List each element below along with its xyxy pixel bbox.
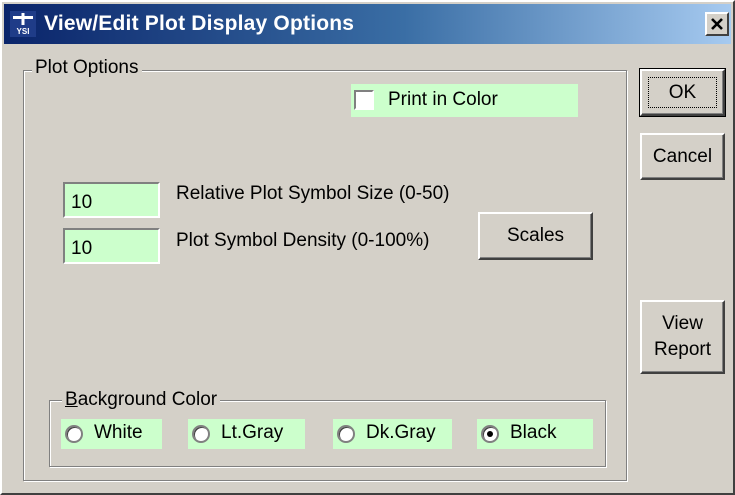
print-in-color-box[interactable] <box>354 90 374 110</box>
symbol-size-label: Relative Plot Symbol Size (0-50) <box>176 183 450 204</box>
ok-button[interactable]: OK <box>639 68 726 117</box>
scales-button-label: Scales <box>506 225 565 246</box>
cancel-button[interactable]: Cancel <box>640 133 725 180</box>
view-report-label-line2: Report <box>653 339 712 360</box>
radio-label: White <box>94 422 143 443</box>
cancel-button-label: Cancel <box>652 146 713 167</box>
svg-text:YSI: YSI <box>17 27 30 36</box>
symbol-density-label: Plot Symbol Density (0-100%) <box>176 230 430 251</box>
radio-label: Dk.Gray <box>366 422 436 443</box>
radio-label: Black <box>510 422 557 443</box>
print-in-color-checkbox[interactable]: Print in Color <box>351 84 578 117</box>
window-title: View/Edit Plot Display Options <box>44 12 355 35</box>
radio-button[interactable] <box>65 425 83 443</box>
symbol-size-input[interactable]: 10 <box>63 182 160 218</box>
focus-rect <box>648 77 717 108</box>
scales-button[interactable]: Scales <box>478 212 593 260</box>
close-icon <box>711 18 723 30</box>
title-bar[interactable]: YSI View/Edit Plot Display Options <box>4 4 731 44</box>
close-button[interactable] <box>705 12 729 36</box>
radio-option-lt-gray[interactable]: Lt.Gray <box>188 419 305 449</box>
plot-display-options-dialog: YSI View/Edit Plot Display Options Plot … <box>0 0 735 495</box>
symbol-density-input[interactable]: 10 <box>63 228 160 264</box>
radio-button[interactable] <box>481 425 499 443</box>
ysi-app-icon: YSI <box>10 11 36 37</box>
background-color-group-label: Background Color <box>62 389 221 411</box>
radio-label: Lt.Gray <box>221 422 284 443</box>
print-in-color-label: Print in Color <box>388 89 498 110</box>
radio-selected-dot <box>487 431 493 437</box>
radio-button[interactable] <box>337 425 355 443</box>
radio-option-black[interactable]: Black <box>477 419 593 449</box>
radio-option-dk-gray[interactable]: Dk.Gray <box>333 419 452 449</box>
plot-options-group-label: Plot Options <box>32 57 142 79</box>
view-report-button[interactable]: View Report <box>640 300 725 374</box>
radio-button[interactable] <box>192 425 210 443</box>
radio-option-white[interactable]: White <box>61 419 162 449</box>
view-report-label-line1: View <box>662 313 703 334</box>
